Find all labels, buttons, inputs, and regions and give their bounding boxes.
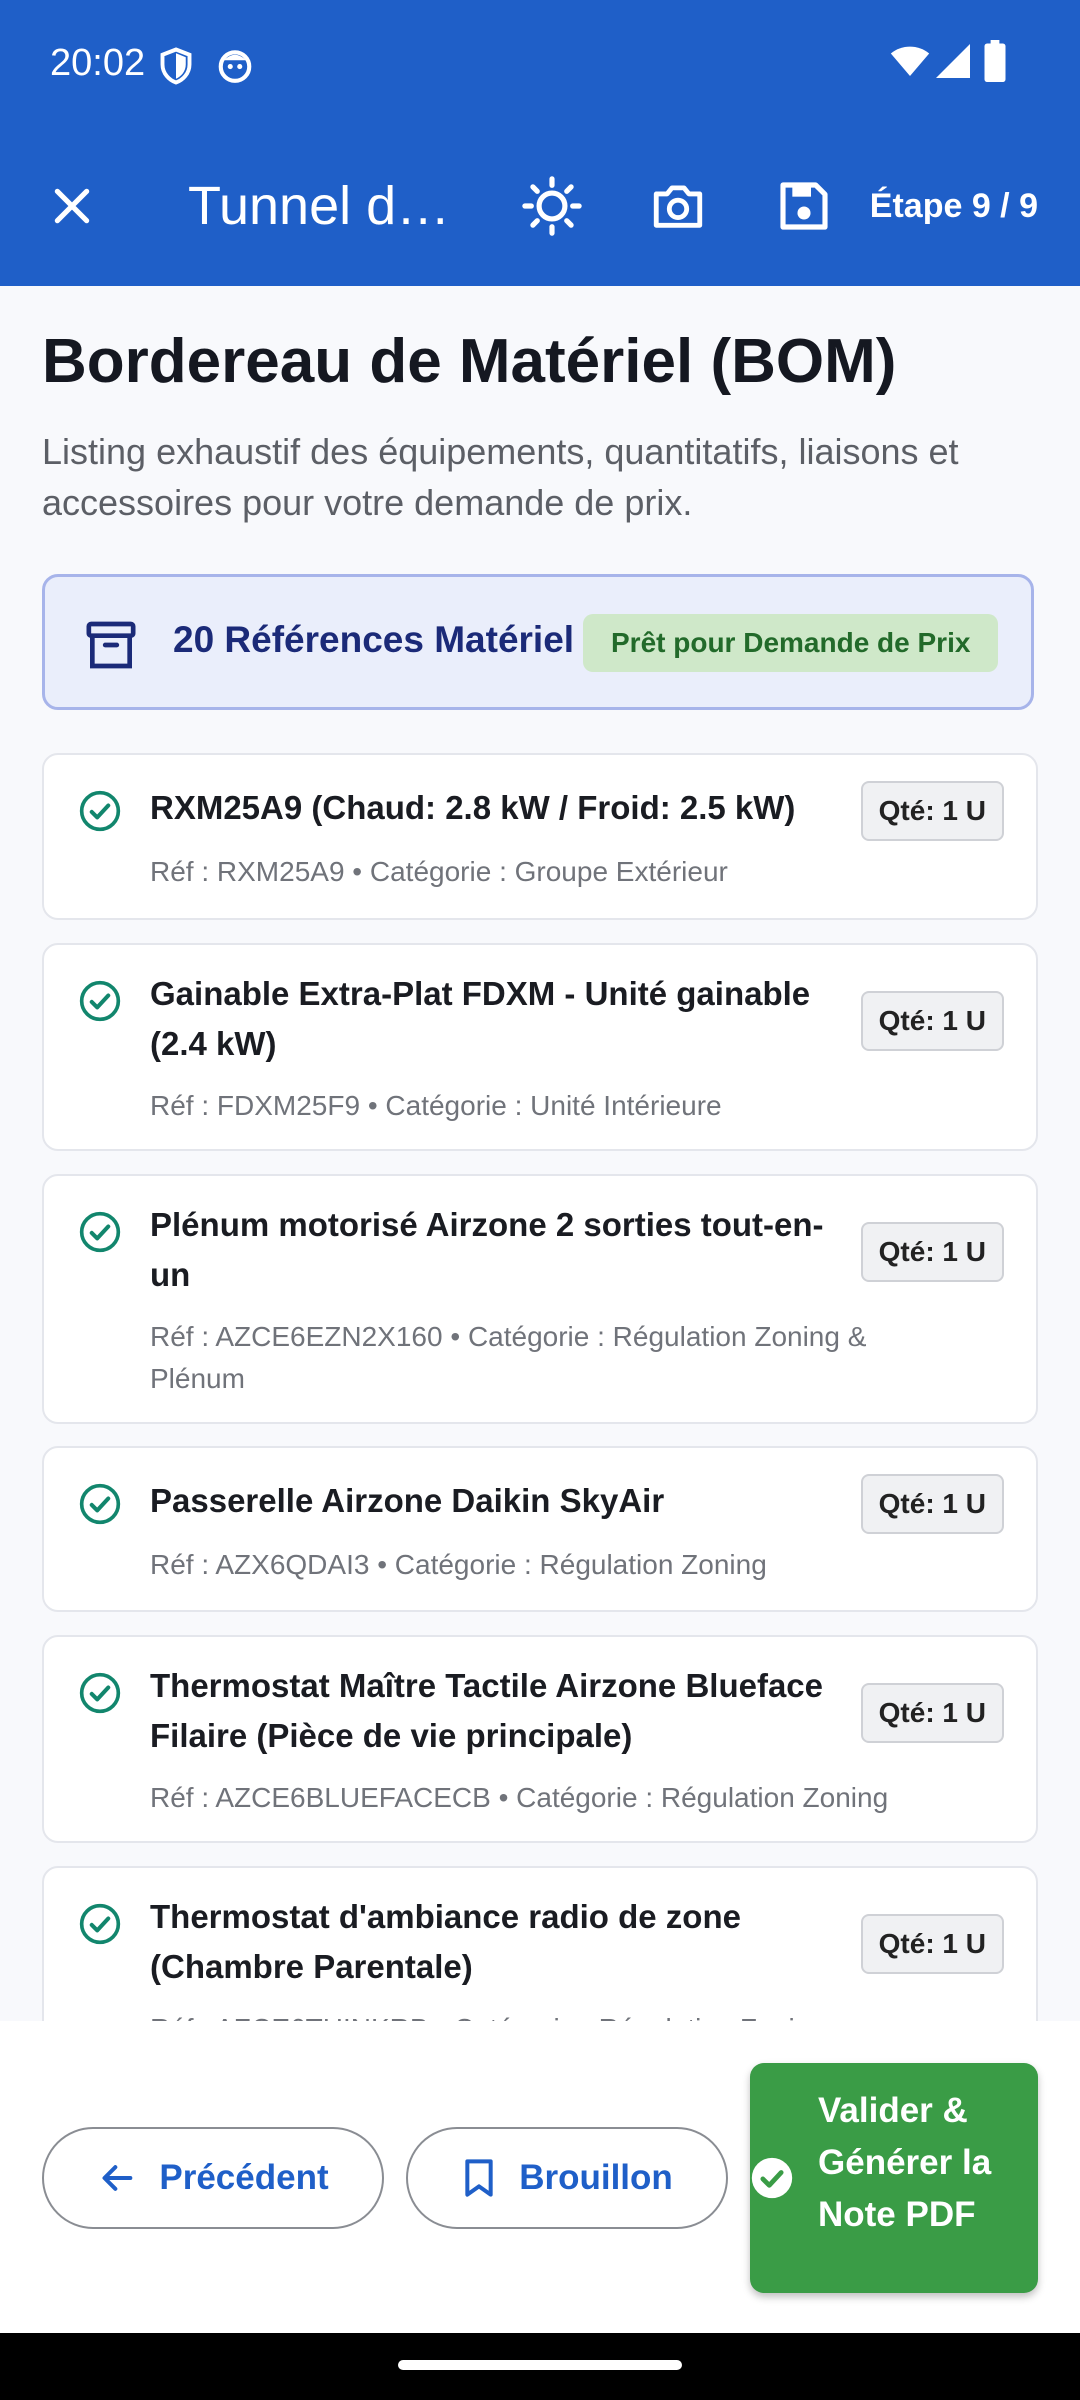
- item-qty: Qté: 1 U: [860, 1914, 1004, 1974]
- archive-icon: [86, 621, 136, 669]
- status-time: 20:02: [50, 42, 146, 84]
- item-ref: Réf : RXM25A9 • Catégorie : Groupe Extér…: [150, 856, 728, 887]
- bom-content[interactable]: Bordereau de Matériel (BOM) Listing exha…: [0, 286, 1080, 2021]
- validate-generate-pdf-button[interactable]: Valider & Générer la Note PDF: [750, 2063, 1038, 2293]
- close-icon: [54, 188, 90, 224]
- system-navigation-bar: [0, 2333, 1080, 2400]
- top-toolbar: Tunnel d… Étape 9 / 9: [0, 130, 1080, 286]
- theme-toggle-button[interactable]: [512, 166, 592, 246]
- bom-item[interactable]: Thermostat Maître Tactile Airzone Bluefa…: [42, 1635, 1038, 1843]
- previous-label: Précédent: [159, 2158, 329, 2197]
- bookmark-icon: [465, 2159, 493, 2197]
- close-button[interactable]: [32, 166, 112, 246]
- item-qty: Qté: 1 U: [860, 1222, 1004, 1282]
- item-ref: Réf : FDXM25F9 • Catégorie : Unité Intér…: [150, 1090, 722, 1121]
- home-gesture-handle[interactable]: [398, 2360, 682, 2370]
- check-circle-icon: [79, 1483, 121, 1525]
- camera-button[interactable]: [638, 166, 718, 246]
- check-circle-filled-icon: [751, 2157, 793, 2199]
- bom-item[interactable]: RXM25A9 (Chaud: 2.8 kW / Froid: 2.5 kW) …: [42, 753, 1038, 920]
- item-ref: Réf : AZCE6BLUEFACECB • Catégorie : Régu…: [150, 1782, 889, 1813]
- signal-icon: [936, 44, 970, 78]
- draft-button[interactable]: Brouillon: [406, 2127, 728, 2229]
- save-button[interactable]: [764, 166, 844, 246]
- item-name: RXM25A9 (Chaud: 2.8 kW / Froid: 2.5 kW): [150, 789, 796, 826]
- check-circle-icon: [79, 790, 121, 832]
- battery-icon: [984, 40, 1006, 82]
- item-ref: Réf : AZCE6THINKRB • Catégorie : Régulat…: [150, 2008, 940, 2021]
- save-icon: [780, 182, 828, 230]
- arrow-left-icon: [102, 2165, 133, 2191]
- item-ref: Réf : AZX6QDAI3 • Catégorie : Régulation…: [150, 1549, 767, 1580]
- camera-icon: [653, 185, 703, 228]
- previous-button[interactable]: Précédent: [42, 2127, 384, 2229]
- bom-item[interactable]: Gainable Extra-Plat FDXM - Unité gainabl…: [42, 943, 1038, 1151]
- page-title: Bordereau de Matériel (BOM): [42, 327, 897, 396]
- bom-item[interactable]: Thermostat d'ambiance radio de zone (Cha…: [42, 1866, 1038, 2021]
- shield-icon: [160, 47, 192, 85]
- references-summary-banner: 20 Références Matériel Prêt pour Demande…: [42, 574, 1034, 710]
- page-subtitle: Listing exhaustif des équipements, quant…: [42, 431, 959, 523]
- item-name: Passerelle Airzone Daikin SkyAir: [150, 1482, 665, 1519]
- item-qty: Qté: 1 U: [860, 781, 1004, 841]
- app-bar: 20:02 Tunnel d… Étape 9 / 9: [0, 0, 1080, 286]
- item-name: Thermostat Maître Tactile Airzone Bluefa…: [150, 1667, 824, 1754]
- bom-item[interactable]: Passerelle Airzone Daikin SkyAir Réf : A…: [42, 1446, 1038, 1612]
- item-name: Plénum motorisé Airzone 2 sorties tout-e…: [150, 1206, 824, 1293]
- step-indicator: Étape 9 / 9: [869, 187, 1038, 225]
- check-circle-icon: [79, 1211, 121, 1253]
- item-qty: Qté: 1 U: [860, 991, 1004, 1051]
- app-notification-icon: [218, 50, 252, 83]
- brightness-icon: [522, 176, 582, 236]
- check-circle-icon: [79, 980, 121, 1022]
- item-name: Gainable Extra-Plat FDXM - Unité gainabl…: [150, 975, 811, 1062]
- status-badge: Prêt pour Demande de Prix: [583, 614, 999, 672]
- check-circle-icon: [79, 1903, 121, 1945]
- check-circle-icon: [79, 1672, 121, 1714]
- item-qty: Qté: 1 U: [860, 1683, 1004, 1743]
- references-count: 20 Références Matériel: [173, 619, 575, 660]
- draft-label: Brouillon: [519, 2158, 673, 2197]
- validate-label: Valider & Générer la Note PDF: [818, 2091, 992, 2234]
- bom-item[interactable]: Plénum motorisé Airzone 2 sorties tout-e…: [42, 1174, 1038, 1424]
- status-bar: 20:02: [0, 0, 1080, 130]
- item-ref: Réf : AZCE6EZN2X160 • Catégorie : Régula…: [150, 1321, 867, 1394]
- item-qty: Qté: 1 U: [860, 1474, 1004, 1534]
- item-name: Thermostat d'ambiance radio de zone (Cha…: [150, 1898, 741, 1985]
- toolbar-title: Tunnel d…: [188, 176, 451, 236]
- bottom-action-bar: Précédent Brouillon Valider & Générer la…: [0, 2021, 1080, 2333]
- wifi-icon: [890, 46, 930, 76]
